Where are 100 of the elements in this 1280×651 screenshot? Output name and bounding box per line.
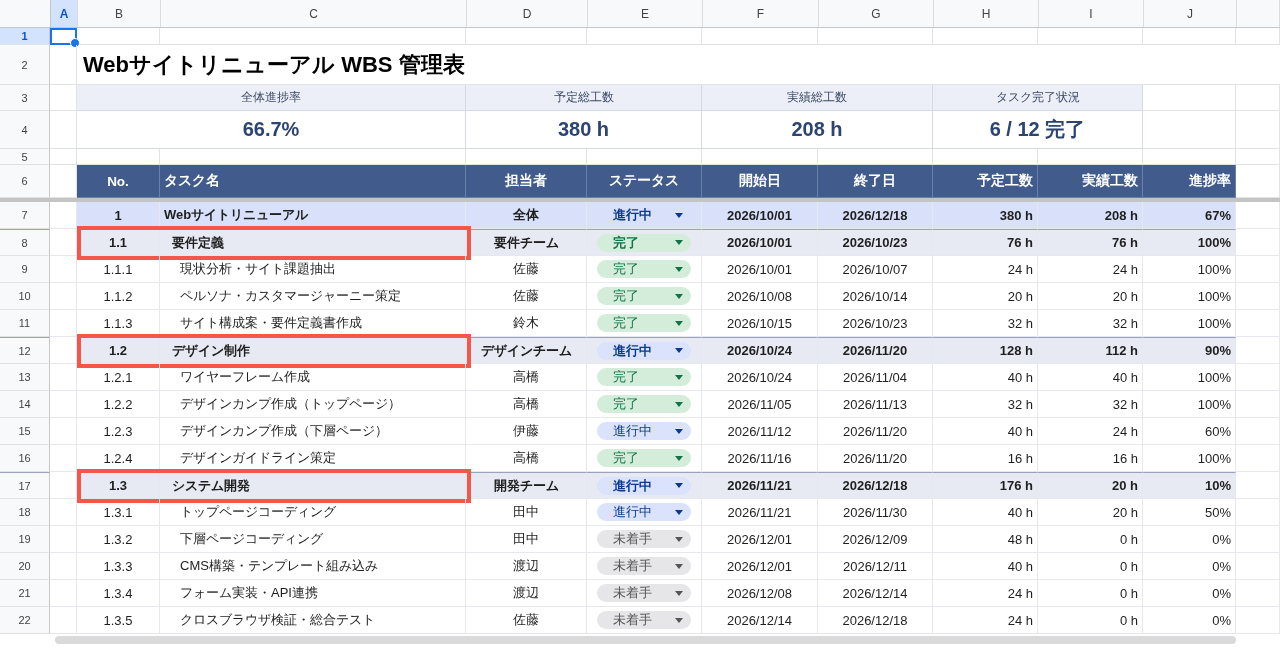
- table-cell: 2026/12/09: [842, 531, 908, 547]
- row-header[interactable]: 8: [0, 229, 50, 256]
- row-header[interactable]: 21: [0, 580, 50, 607]
- table-cell: 渡辺: [513, 557, 539, 575]
- row-header[interactable]: 2: [0, 45, 50, 85]
- task-name: 下層ページコーディング: [180, 530, 323, 548]
- row-header[interactable]: 17: [0, 472, 50, 499]
- table-cell: 0 h: [1119, 612, 1138, 628]
- status-dropdown[interactable]: 未着手: [597, 611, 691, 629]
- table-cell: 40 h: [1112, 369, 1138, 385]
- status-dropdown[interactable]: 進行中: [597, 206, 691, 224]
- caret-icon: [675, 563, 683, 569]
- row-header[interactable]: 7: [0, 202, 50, 229]
- column-header[interactable]: E: [588, 0, 703, 27]
- row-header[interactable]: 20: [0, 553, 50, 580]
- row-header[interactable]: 9: [0, 256, 50, 283]
- row-header[interactable]: 22: [0, 607, 50, 634]
- column-header[interactable]: C: [161, 0, 467, 27]
- caret-icon: [675, 266, 683, 272]
- column-heading: 担当者: [466, 165, 587, 198]
- fill-handle[interactable]: [70, 38, 80, 48]
- table-cell: 要件チーム: [493, 233, 559, 252]
- column-header[interactable]: I: [1039, 0, 1144, 27]
- caret-icon: [675, 509, 683, 515]
- table-cell: 全体: [513, 206, 539, 224]
- status-dropdown[interactable]: 完了: [597, 395, 691, 413]
- table-cell: 高橋: [513, 368, 539, 386]
- table-cell: 佐藤: [513, 611, 539, 629]
- table-cell: 10%: [1204, 478, 1231, 493]
- table-cell: 67%: [1204, 207, 1231, 223]
- row-header[interactable]: 16: [0, 445, 50, 472]
- table-cell: 20 h: [1112, 504, 1138, 520]
- table-cell: 76 h: [1112, 235, 1138, 250]
- table-cell: 2026/11/13: [842, 396, 908, 412]
- column-header[interactable]: F: [703, 0, 819, 27]
- row-header[interactable]: 14: [0, 391, 50, 418]
- task-name: フォーム実装・API連携: [180, 584, 318, 602]
- status-dropdown[interactable]: 進行中: [597, 476, 691, 495]
- row-header[interactable]: 11: [0, 310, 50, 337]
- status-dropdown[interactable]: 完了: [597, 287, 691, 305]
- status-dropdown[interactable]: 進行中: [597, 341, 691, 360]
- table-cell: 2026/11/04: [842, 369, 908, 385]
- status-dropdown[interactable]: 進行中: [597, 422, 691, 440]
- table-cell: 0%: [1212, 531, 1231, 547]
- caret-icon: [675, 348, 683, 353]
- row-header[interactable]: 13: [0, 364, 50, 391]
- row-header[interactable]: 3: [0, 85, 50, 111]
- summary-label: タスク完了状況: [933, 85, 1143, 111]
- task-name: サイト構成案・要件定義書作成: [180, 314, 362, 332]
- row-header[interactable]: 18: [0, 499, 50, 526]
- table-cell: 2026/12/18: [842, 612, 908, 628]
- table-cell: 1.1.1: [103, 261, 133, 277]
- table-cell: 開発チーム: [493, 476, 559, 495]
- status-dropdown[interactable]: 進行中: [597, 503, 691, 521]
- status-dropdown[interactable]: 完了: [597, 233, 691, 252]
- table-cell: 100%: [1197, 288, 1231, 304]
- column-heading: 実績工数: [1038, 165, 1143, 198]
- table-cell: 2026/10/24: [726, 369, 793, 385]
- status-dropdown[interactable]: 完了: [597, 368, 691, 386]
- row-header[interactable]: 5: [0, 149, 50, 165]
- status-dropdown[interactable]: 完了: [597, 314, 691, 332]
- status-dropdown[interactable]: 完了: [597, 449, 691, 467]
- table-cell: 48 h: [1007, 531, 1033, 547]
- table-cell: 2026/12/14: [842, 585, 908, 601]
- table-cell: 2026/11/05: [727, 396, 792, 412]
- caret-icon: [675, 536, 683, 542]
- column-header[interactable]: G: [819, 0, 934, 27]
- status-dropdown[interactable]: 未着手: [597, 530, 691, 548]
- table-cell: 24 h: [1007, 585, 1033, 601]
- scrollbar[interactable]: [55, 636, 1236, 644]
- table-cell: 100%: [1197, 235, 1231, 250]
- column-heading: 開始日: [702, 165, 818, 198]
- table-cell: 60%: [1204, 423, 1231, 439]
- column-header[interactable]: A: [51, 0, 78, 27]
- table-cell: 40 h: [1007, 558, 1033, 574]
- column-header[interactable]: J: [1144, 0, 1237, 27]
- table-cell: 1.2.3: [103, 423, 133, 439]
- row-header[interactable]: 1: [0, 28, 50, 45]
- status-dropdown[interactable]: 完了: [597, 260, 691, 278]
- row-header[interactable]: 10: [0, 283, 50, 310]
- column-header[interactable]: B: [78, 0, 161, 27]
- table-cell: 田中: [513, 530, 539, 548]
- status-dropdown[interactable]: 未着手: [597, 584, 691, 602]
- table-cell: 32 h: [1112, 315, 1138, 331]
- status-dropdown[interactable]: 未着手: [597, 557, 691, 575]
- column-header[interactable]: H: [934, 0, 1039, 27]
- table-cell: 24 h: [1007, 612, 1033, 628]
- summary-value: 208 h: [702, 111, 933, 149]
- caret-icon: [675, 401, 683, 407]
- column-header[interactable]: D: [467, 0, 588, 27]
- table-cell: 32 h: [1007, 315, 1033, 331]
- row-header[interactable]: 6: [0, 165, 50, 198]
- row-header[interactable]: 19: [0, 526, 50, 553]
- row-header[interactable]: 15: [0, 418, 50, 445]
- row-header[interactable]: 4: [0, 111, 50, 149]
- table-cell: 50%: [1204, 504, 1231, 520]
- table-cell: 24 h: [1112, 423, 1138, 439]
- row-header[interactable]: 12: [0, 337, 50, 364]
- table-cell: 208 h: [1104, 207, 1138, 223]
- table-cell: 2026/12/01: [726, 531, 793, 547]
